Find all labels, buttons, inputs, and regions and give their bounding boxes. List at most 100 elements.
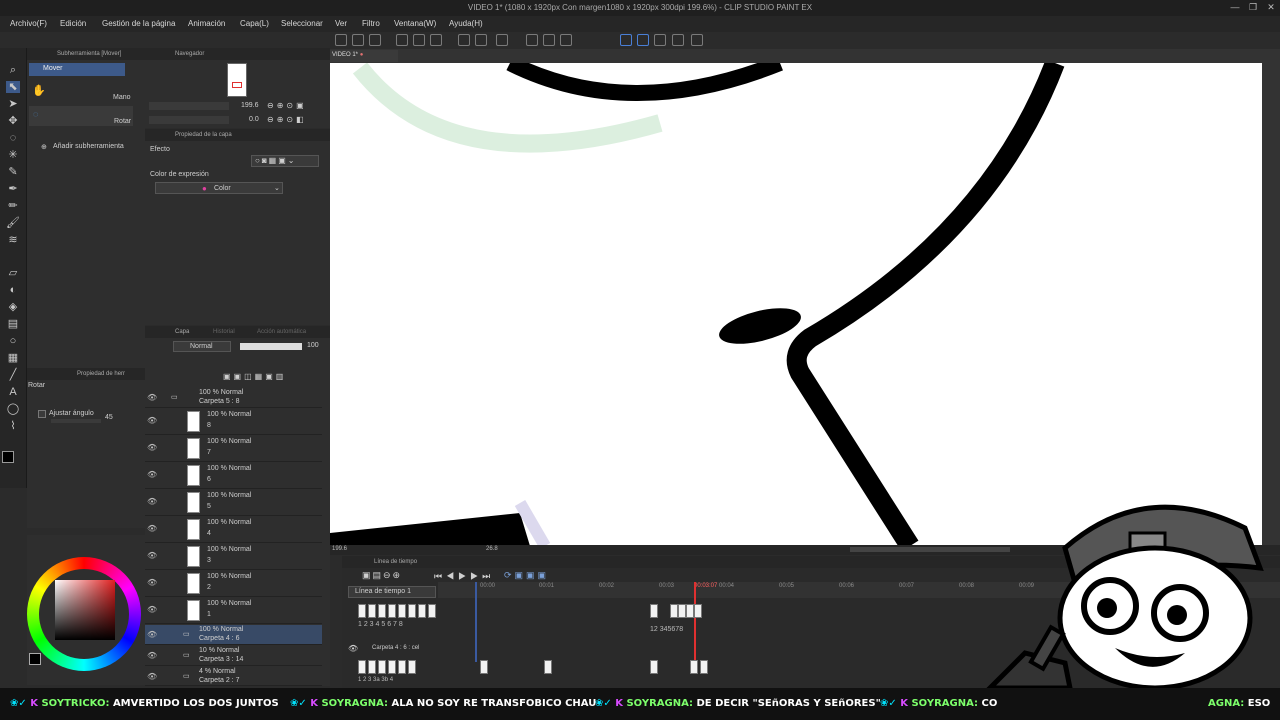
- text-icon[interactable]: A: [6, 386, 20, 398]
- playback-controls-icon[interactable]: ⏮◀▶▶⏭: [434, 571, 494, 582]
- menu-filter[interactable]: Filtro: [362, 19, 380, 28]
- airbrush-icon[interactable]: ≋: [6, 234, 20, 246]
- layer-row[interactable]: 👁 100 % Normal 8: [145, 408, 322, 435]
- subtool-item-rotate[interactable]: Rotar: [114, 118, 131, 125]
- move-layer-icon[interactable]: ✥: [6, 115, 20, 127]
- eye-icon[interactable]: 👁: [147, 672, 157, 681]
- cel[interactable]: [686, 604, 694, 618]
- expression-color-select[interactable]: ● Color ⌄: [155, 182, 283, 194]
- opacity-slider[interactable]: [240, 343, 302, 350]
- tool-property-tab[interactable]: Propiedad de herr: [77, 371, 125, 377]
- tab-auto-action[interactable]: Acción automática: [257, 329, 306, 335]
- fill-icon[interactable]: [543, 34, 555, 46]
- correct-line-icon[interactable]: ⌇: [6, 420, 20, 432]
- menu-help[interactable]: Ayuda(H): [449, 19, 483, 28]
- layer-row[interactable]: 👁 100 % Normal 2: [145, 570, 322, 597]
- menu-window[interactable]: Ventana(W): [394, 19, 436, 28]
- figure-icon[interactable]: ○: [6, 335, 20, 347]
- export-icon[interactable]: [413, 34, 425, 46]
- menu-animation[interactable]: Animación: [188, 19, 225, 28]
- zoom-slider[interactable]: [149, 102, 229, 110]
- cel[interactable]: [368, 660, 376, 674]
- start-marker[interactable]: [475, 582, 477, 662]
- eye-icon[interactable]: 👁: [147, 416, 157, 425]
- main-color-swatch[interactable]: [2, 451, 14, 463]
- new-icon[interactable]: [352, 34, 364, 46]
- eye-icon[interactable]: 👁: [348, 644, 358, 653]
- cel[interactable]: [700, 660, 708, 674]
- playhead[interactable]: [694, 582, 696, 662]
- layer-folder-3[interactable]: 👁 ▭ 10 % Normal Carpeta 3 : 14: [145, 646, 322, 666]
- tab-history[interactable]: Historial: [213, 329, 235, 335]
- close-icon[interactable]: ●: [360, 52, 364, 58]
- cel[interactable]: [418, 604, 426, 618]
- menu-page[interactable]: Gestión de la página: [102, 19, 175, 28]
- subtool-group-move[interactable]: Mover: [29, 63, 125, 76]
- layer-folder-4[interactable]: 👁 ▭ 100 % Normal Carpeta 4 : 6: [145, 625, 322, 645]
- cel[interactable]: [690, 660, 698, 674]
- balloon-icon[interactable]: ◯: [6, 403, 20, 415]
- cel[interactable]: [678, 604, 686, 618]
- cel[interactable]: [480, 660, 488, 674]
- cel[interactable]: [694, 604, 702, 618]
- snap-angle-slider[interactable]: [51, 419, 101, 423]
- eye-icon[interactable]: 👁: [147, 578, 157, 587]
- frame-icon[interactable]: ▦: [6, 352, 20, 364]
- cel[interactable]: [378, 604, 386, 618]
- cel[interactable]: [358, 660, 366, 674]
- brush-icon[interactable]: 🖌: [6, 217, 20, 229]
- subtool-item-hand[interactable]: Mano: [113, 94, 131, 101]
- ruler-icon[interactable]: [672, 34, 684, 46]
- print-icon[interactable]: [430, 34, 442, 46]
- settings-icon[interactable]: [691, 34, 703, 46]
- timeline-tab[interactable]: Línea de tiempo: [374, 559, 417, 565]
- save-icon[interactable]: [396, 34, 408, 46]
- rotate-controls-icon[interactable]: ⊖⊕⊙◧: [267, 115, 307, 124]
- current-color-swatch[interactable]: [29, 653, 41, 665]
- clear-icon[interactable]: [526, 34, 538, 46]
- snap-angle-checkbox[interactable]: [38, 410, 46, 418]
- cel[interactable]: [358, 604, 366, 618]
- layer-folder-5[interactable]: 👁 ▭ 100 % Normal Carpeta 5 : 8: [145, 388, 322, 408]
- cel[interactable]: [398, 604, 406, 618]
- layer-row[interactable]: 👁 100 % Normal 5: [145, 489, 322, 516]
- cel[interactable]: [650, 660, 658, 674]
- add-subtool-label[interactable]: Añadir subherramienta: [53, 143, 124, 150]
- drawing-canvas[interactable]: [330, 63, 1262, 546]
- snap-angle-value[interactable]: 45: [105, 414, 113, 421]
- eyedropper-icon[interactable]: ✎: [6, 166, 20, 178]
- blend-mode-select[interactable]: Normal: [173, 341, 231, 352]
- menu-file[interactable]: Archivo(F): [10, 19, 47, 28]
- minimize-button[interactable]: —: [1228, 2, 1242, 14]
- eye-icon[interactable]: 👁: [147, 393, 157, 402]
- eye-icon[interactable]: 👁: [147, 497, 157, 506]
- cel[interactable]: [388, 660, 396, 674]
- eye-icon[interactable]: 👁: [147, 630, 157, 639]
- maximize-button[interactable]: ❐: [1246, 2, 1260, 14]
- fill-tool-icon[interactable]: ◈: [6, 301, 20, 313]
- eye-icon[interactable]: 👁: [147, 470, 157, 479]
- operation-tool-icon[interactable]: ➤: [6, 98, 20, 110]
- snap-grid-icon[interactable]: [637, 34, 649, 46]
- loop-controls-icon[interactable]: ⟳▣▣▣: [504, 570, 549, 581]
- cel[interactable]: [650, 604, 658, 618]
- menu-select[interactable]: Seleccionar: [281, 19, 323, 28]
- snap-ruler-icon[interactable]: [620, 34, 632, 46]
- blend-icon[interactable]: ◐: [6, 284, 20, 296]
- opacity-value[interactable]: 100: [307, 342, 319, 349]
- angle-slider[interactable]: [149, 116, 229, 124]
- cel[interactable]: [398, 660, 406, 674]
- redo-icon[interactable]: [475, 34, 487, 46]
- layer-property-tab[interactable]: Propiedad de la capa: [175, 132, 232, 138]
- gradient-icon[interactable]: ▤: [6, 318, 20, 330]
- layer-row[interactable]: 👁 100 % Normal 4: [145, 516, 322, 543]
- menu-view[interactable]: Ver: [335, 19, 347, 28]
- open-icon[interactable]: [369, 34, 381, 46]
- eye-icon[interactable]: 👁: [147, 651, 157, 660]
- layer-row[interactable]: 👁 100 % Normal 6: [145, 462, 322, 489]
- effect-buttons[interactable]: ○◙▦▣⌄: [251, 155, 319, 167]
- ruler-tool-icon[interactable]: ╱: [6, 369, 20, 381]
- layer-row[interactable]: 👁 100 % Normal 7: [145, 435, 322, 462]
- transform-icon[interactable]: [560, 34, 572, 46]
- loading-icon[interactable]: [496, 34, 508, 46]
